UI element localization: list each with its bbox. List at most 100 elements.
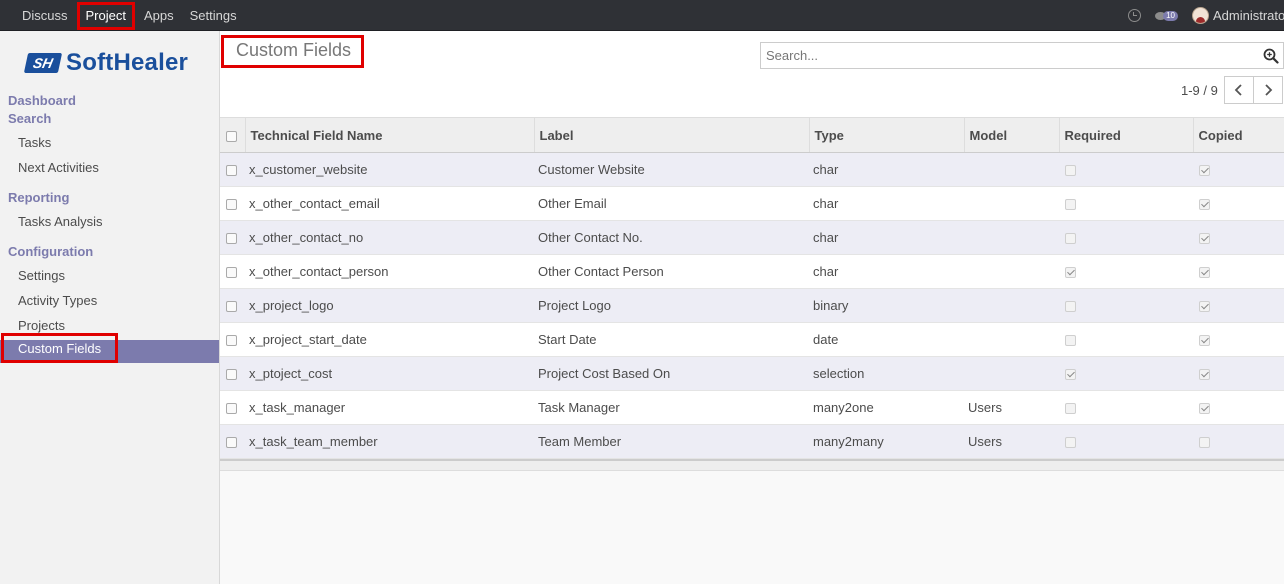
table-row[interactable]: x_other_contact_no Other Contact No. char <box>220 220 1284 255</box>
copied-checkbox <box>1199 165 1210 177</box>
sidebar-item-custom-fields-label: Custom Fields <box>0 333 119 363</box>
menu-apps[interactable]: Apps <box>136 0 182 31</box>
cell-type: char <box>809 152 964 187</box>
cell-label: Task Manager <box>534 390 809 425</box>
copied-checkbox <box>1199 403 1210 415</box>
systray: 10 Administrator <box>1128 0 1284 31</box>
required-checkbox <box>1065 165 1076 177</box>
row-select-checkbox-cell <box>220 288 245 323</box>
cell-model: Users <box>964 390 1059 425</box>
sidebar-item-activity-types[interactable]: Activity Types <box>18 293 97 308</box>
row-select-checkbox[interactable] <box>226 301 237 313</box>
sidebar-item-next-activities[interactable]: Next Activities <box>18 160 99 175</box>
activity-clock-icon[interactable] <box>1128 9 1142 22</box>
sidebar-item-tasks-analysis[interactable]: Tasks Analysis <box>18 214 103 229</box>
cell-type: selection <box>809 356 964 391</box>
cell-technical-name: x_other_contact_email <box>245 186 534 221</box>
cell-model <box>964 220 1059 255</box>
page-title: Custom Fields <box>220 35 365 68</box>
row-select-checkbox[interactable] <box>226 165 237 177</box>
copied-checkbox-cell <box>1193 186 1284 221</box>
copied-checkbox-cell <box>1193 254 1284 289</box>
copied-checkbox <box>1199 437 1210 449</box>
messaging-menu[interactable]: 10 <box>1155 10 1178 21</box>
sidebar-item-reporting[interactable]: Reporting <box>8 190 69 205</box>
copied-checkbox-cell <box>1193 390 1284 425</box>
cell-type: char <box>809 220 964 255</box>
required-checkbox <box>1065 335 1076 347</box>
sidebar-item-projects[interactable]: Projects <box>18 318 65 333</box>
table-row[interactable]: x_task_team_member Team Member many2many Us… <box>220 424 1284 459</box>
cell-technical-name: x_project_start_date <box>245 322 534 357</box>
sidebar-item-dashboard[interactable]: Dashboard <box>8 93 76 108</box>
required-checkbox <box>1065 267 1076 279</box>
column-header-model[interactable]: Model <box>963 117 1059 153</box>
column-header-label[interactable]: Label <box>533 117 809 153</box>
copied-checkbox-cell <box>1193 322 1284 357</box>
column-header-copied[interactable]: Copied <box>1192 117 1284 153</box>
row-select-checkbox-cell <box>220 152 245 187</box>
required-checkbox <box>1065 369 1076 381</box>
required-checkbox-cell <box>1059 390 1193 425</box>
cell-model <box>964 186 1059 221</box>
main-content: Custom Fields 1-9 / 9 Technical Field Na <box>220 31 1284 584</box>
table-body: x_customer_website Customer Website char x_… <box>220 152 1284 459</box>
sidebar-item-configuration[interactable]: Configuration <box>8 244 93 259</box>
required-checkbox <box>1065 301 1076 313</box>
select-all-checkbox[interactable] <box>226 130 237 142</box>
cell-technical-name: x_other_contact_no <box>245 220 534 255</box>
copied-checkbox-cell <box>1193 424 1284 459</box>
search-input[interactable] <box>761 43 1241 68</box>
row-select-checkbox-cell <box>220 390 245 425</box>
row-select-checkbox[interactable] <box>226 437 237 449</box>
user-name: Administrator <box>1213 8 1284 23</box>
copied-checkbox-cell <box>1193 220 1284 255</box>
sidebar-item-custom-fields[interactable]: Custom Fields <box>0 333 219 363</box>
cell-label: Other Contact No. <box>534 220 809 255</box>
cell-type: char <box>809 186 964 221</box>
table-row[interactable]: x_project_start_date Start Date date <box>220 322 1284 357</box>
row-select-checkbox[interactable] <box>226 335 237 347</box>
cell-technical-name: x_ptoject_cost <box>245 356 534 391</box>
cell-technical-name: x_task_team_member <box>245 424 534 459</box>
column-header-technical-name[interactable]: Technical Field Name <box>244 117 534 153</box>
cell-technical-name: x_project_logo <box>245 288 534 323</box>
table-footer <box>220 459 1284 471</box>
column-header-required[interactable]: Required <box>1058 117 1193 153</box>
table-row[interactable]: x_project_logo Project Logo binary <box>220 288 1284 323</box>
required-checkbox-cell <box>1059 288 1193 323</box>
copied-checkbox-cell <box>1193 152 1284 187</box>
sidebar-item-tasks[interactable]: Tasks <box>18 135 51 150</box>
row-select-checkbox[interactable] <box>226 199 237 211</box>
table-row[interactable]: x_ptoject_cost Project Cost Based On selec… <box>220 356 1284 391</box>
pager-next-button[interactable] <box>1253 76 1283 104</box>
avatar <box>1192 7 1209 24</box>
table-row[interactable]: x_other_contact_email Other Email char <box>220 186 1284 221</box>
cell-model <box>964 152 1059 187</box>
row-select-checkbox[interactable] <box>226 369 237 381</box>
cell-type: many2one <box>809 390 964 425</box>
menu-project[interactable]: Project <box>76 1 136 30</box>
menu-discuss[interactable]: Discuss <box>14 0 76 31</box>
table-row[interactable]: x_customer_website Customer Website char <box>220 152 1284 187</box>
cell-label: Customer Website <box>534 152 809 187</box>
row-select-checkbox[interactable] <box>226 403 237 415</box>
copied-checkbox <box>1199 233 1210 245</box>
user-menu[interactable]: Administrator <box>1192 7 1284 24</box>
required-checkbox-cell <box>1059 254 1193 289</box>
pager-previous-button[interactable] <box>1224 76 1254 104</box>
sidebar-item-search[interactable]: Search <box>8 111 51 126</box>
row-select-checkbox[interactable] <box>226 267 237 279</box>
table-row[interactable]: x_task_manager Task Manager many2one Users <box>220 390 1284 425</box>
copied-checkbox-cell <box>1193 288 1284 323</box>
row-select-checkbox[interactable] <box>226 233 237 245</box>
column-header-type[interactable]: Type <box>808 117 964 153</box>
sidebar-item-settings[interactable]: Settings <box>18 268 65 283</box>
required-checkbox-cell <box>1059 322 1193 357</box>
menu-settings[interactable]: Settings <box>182 0 245 31</box>
row-select-checkbox-cell <box>220 220 245 255</box>
cell-technical-name: x_task_manager <box>245 390 534 425</box>
search-icon[interactable] <box>1263 48 1279 64</box>
table-row[interactable]: x_other_contact_person Other Contact Pers… <box>220 254 1284 289</box>
pager-value[interactable]: 1-9 / 9 <box>1181 83 1218 98</box>
